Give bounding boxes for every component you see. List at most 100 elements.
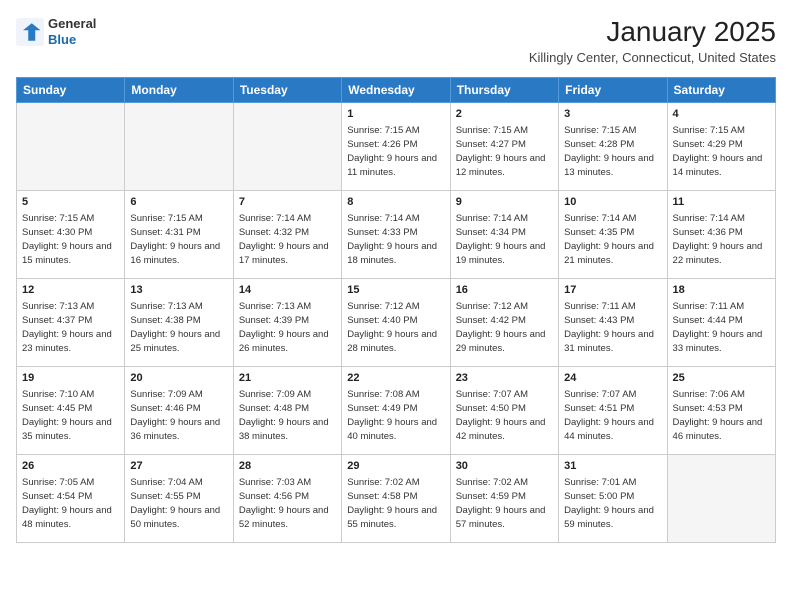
page-header: General Blue January 2025 Killingly Cent… bbox=[16, 16, 776, 65]
day-number: 20 bbox=[130, 371, 227, 386]
day-cell-19: 19 Sunrise: 7:10 AM Sunset: 4:45 PM Dayli… bbox=[17, 367, 125, 455]
day-info: Sunrise: 7:14 AM Sunset: 4:36 PM Dayligh… bbox=[673, 212, 770, 267]
day-cell-29: 29 Sunrise: 7:02 AM Sunset: 4:58 PM Dayli… bbox=[342, 455, 450, 543]
day-info: Sunrise: 7:11 AM Sunset: 4:43 PM Dayligh… bbox=[564, 300, 661, 355]
day-info: Sunrise: 7:08 AM Sunset: 4:49 PM Dayligh… bbox=[347, 388, 444, 443]
week-row-3: 12Sunrise: 7:13 AM Sunset: 4:37 PM Dayli… bbox=[17, 279, 776, 367]
week-row-4: 19 Sunrise: 7:10 AM Sunset: 4:45 PM Dayli… bbox=[17, 367, 776, 455]
day-cell-24: 24Sunrise: 7:07 AM Sunset: 4:51 PM Dayli… bbox=[559, 367, 667, 455]
empty-cell bbox=[125, 103, 233, 191]
day-cell-9: 9Sunrise: 7:14 AM Sunset: 4:34 PM Daylig… bbox=[450, 191, 558, 279]
day-header-tuesday: Tuesday bbox=[233, 78, 341, 103]
day-number: 26 bbox=[22, 459, 119, 474]
day-cell-22: 22 Sunrise: 7:08 AM Sunset: 4:49 PM Dayli… bbox=[342, 367, 450, 455]
day-header-sunday: Sunday bbox=[17, 78, 125, 103]
empty-cell bbox=[667, 455, 775, 543]
day-info: Sunrise: 7:12 AM Sunset: 4:40 PM Dayligh… bbox=[347, 300, 444, 355]
day-cell-10: 10 Sunrise: 7:14 AM Sunset: 4:35 PM Dayli… bbox=[559, 191, 667, 279]
day-info: Sunrise: 7:09 AM Sunset: 4:46 PM Dayligh… bbox=[130, 388, 227, 443]
day-info: Sunrise: 7:14 AM Sunset: 4:33 PM Dayligh… bbox=[347, 212, 444, 267]
day-number: 12 bbox=[22, 283, 119, 298]
day-cell-2: 2Sunrise: 7:15 AM Sunset: 4:27 PM Daylig… bbox=[450, 103, 558, 191]
logo-line2: Blue bbox=[48, 32, 76, 47]
day-cell-11: 11 Sunrise: 7:14 AM Sunset: 4:36 PM Dayli… bbox=[667, 191, 775, 279]
day-number: 11 bbox=[673, 195, 770, 210]
calendar-header-row: SundayMondayTuesdayWednesdayThursdayFrid… bbox=[17, 78, 776, 103]
logo-icon bbox=[16, 18, 44, 46]
day-cell-1: 1Sunrise: 7:15 AM Sunset: 4:26 PM Daylig… bbox=[342, 103, 450, 191]
day-number: 19 bbox=[22, 371, 119, 386]
day-info: Sunrise: 7:13 AM Sunset: 4:38 PM Dayligh… bbox=[130, 300, 227, 355]
day-number: 15 bbox=[347, 283, 444, 298]
day-number: 18 bbox=[673, 283, 770, 298]
day-cell-28: 28Sunrise: 7:03 AM Sunset: 4:56 PM Dayli… bbox=[233, 455, 341, 543]
subtitle: Killingly Center, Connecticut, United St… bbox=[529, 50, 776, 65]
day-number: 27 bbox=[130, 459, 227, 474]
day-info: Sunrise: 7:04 AM Sunset: 4:55 PM Dayligh… bbox=[130, 476, 227, 531]
day-cell-6: 6 Sunrise: 7:15 AM Sunset: 4:31 PM Daylig… bbox=[125, 191, 233, 279]
week-row-1: 1Sunrise: 7:15 AM Sunset: 4:26 PM Daylig… bbox=[17, 103, 776, 191]
day-info: Sunrise: 7:02 AM Sunset: 4:59 PM Dayligh… bbox=[456, 476, 553, 531]
day-cell-13: 13 Sunrise: 7:13 AM Sunset: 4:38 PM Dayli… bbox=[125, 279, 233, 367]
day-info: Sunrise: 7:05 AM Sunset: 4:54 PM Dayligh… bbox=[22, 476, 119, 531]
day-info: Sunrise: 7:15 AM Sunset: 4:30 PM Dayligh… bbox=[22, 212, 119, 267]
day-info: Sunrise: 7:12 AM Sunset: 4:42 PM Dayligh… bbox=[456, 300, 553, 355]
day-cell-12: 12Sunrise: 7:13 AM Sunset: 4:37 PM Dayli… bbox=[17, 279, 125, 367]
day-number: 2 bbox=[456, 107, 553, 122]
day-cell-7: 7 Sunrise: 7:14 AM Sunset: 4:32 PM Daylig… bbox=[233, 191, 341, 279]
day-number: 3 bbox=[564, 107, 661, 122]
day-number: 10 bbox=[564, 195, 661, 210]
day-info: Sunrise: 7:03 AM Sunset: 4:56 PM Dayligh… bbox=[239, 476, 336, 531]
day-info: Sunrise: 7:14 AM Sunset: 4:34 PM Dayligh… bbox=[456, 212, 553, 267]
day-cell-21: 21 Sunrise: 7:09 AM Sunset: 4:48 PM Dayli… bbox=[233, 367, 341, 455]
day-number: 6 bbox=[130, 195, 227, 210]
day-number: 14 bbox=[239, 283, 336, 298]
day-cell-16: 16 Sunrise: 7:12 AM Sunset: 4:42 PM Dayli… bbox=[450, 279, 558, 367]
day-info: Sunrise: 7:14 AM Sunset: 4:32 PM Dayligh… bbox=[239, 212, 336, 267]
day-cell-26: 26 Sunrise: 7:05 AM Sunset: 4:54 PM Dayli… bbox=[17, 455, 125, 543]
main-title: January 2025 bbox=[529, 16, 776, 48]
day-info: Sunrise: 7:14 AM Sunset: 4:35 PM Dayligh… bbox=[564, 212, 661, 267]
day-number: 30 bbox=[456, 459, 553, 474]
week-row-2: 5Sunrise: 7:15 AM Sunset: 4:30 PM Daylig… bbox=[17, 191, 776, 279]
calendar: SundayMondayTuesdayWednesdayThursdayFrid… bbox=[16, 77, 776, 543]
day-number: 4 bbox=[673, 107, 770, 122]
day-header-saturday: Saturday bbox=[667, 78, 775, 103]
day-info: Sunrise: 7:10 AM Sunset: 4:45 PM Dayligh… bbox=[22, 388, 119, 443]
day-header-friday: Friday bbox=[559, 78, 667, 103]
week-row-5: 26 Sunrise: 7:05 AM Sunset: 4:54 PM Dayli… bbox=[17, 455, 776, 543]
day-header-thursday: Thursday bbox=[450, 78, 558, 103]
day-info: Sunrise: 7:15 AM Sunset: 4:31 PM Dayligh… bbox=[130, 212, 227, 267]
day-info: Sunrise: 7:02 AM Sunset: 4:58 PM Dayligh… bbox=[347, 476, 444, 531]
day-info: Sunrise: 7:07 AM Sunset: 4:50 PM Dayligh… bbox=[456, 388, 553, 443]
logo-line1: General bbox=[48, 16, 96, 31]
day-info: Sunrise: 7:11 AM Sunset: 4:44 PM Dayligh… bbox=[673, 300, 770, 355]
logo-text: General Blue bbox=[48, 16, 96, 47]
day-number: 13 bbox=[130, 283, 227, 298]
day-header-monday: Monday bbox=[125, 78, 233, 103]
day-number: 17 bbox=[564, 283, 661, 298]
day-info: Sunrise: 7:09 AM Sunset: 4:48 PM Dayligh… bbox=[239, 388, 336, 443]
day-number: 29 bbox=[347, 459, 444, 474]
empty-cell bbox=[17, 103, 125, 191]
day-number: 21 bbox=[239, 371, 336, 386]
day-number: 8 bbox=[347, 195, 444, 210]
day-number: 22 bbox=[347, 371, 444, 386]
logo: General Blue bbox=[16, 16, 96, 47]
day-info: Sunrise: 7:15 AM Sunset: 4:29 PM Dayligh… bbox=[673, 124, 770, 179]
day-info: Sunrise: 7:15 AM Sunset: 4:28 PM Dayligh… bbox=[564, 124, 661, 179]
day-number: 7 bbox=[239, 195, 336, 210]
day-cell-23: 23Sunrise: 7:07 AM Sunset: 4:50 PM Dayli… bbox=[450, 367, 558, 455]
day-cell-18: 18 Sunrise: 7:11 AM Sunset: 4:44 PM Dayli… bbox=[667, 279, 775, 367]
empty-cell bbox=[233, 103, 341, 191]
day-cell-17: 17 Sunrise: 7:11 AM Sunset: 4:43 PM Dayli… bbox=[559, 279, 667, 367]
day-cell-27: 27 Sunrise: 7:04 AM Sunset: 4:55 PM Dayli… bbox=[125, 455, 233, 543]
day-number: 16 bbox=[456, 283, 553, 298]
day-info: Sunrise: 7:01 AM Sunset: 5:00 PM Dayligh… bbox=[564, 476, 661, 531]
day-cell-4: 4 Sunrise: 7:15 AM Sunset: 4:29 PM Daylig… bbox=[667, 103, 775, 191]
day-cell-25: 25Sunrise: 7:06 AM Sunset: 4:53 PM Dayli… bbox=[667, 367, 775, 455]
day-cell-15: 15 Sunrise: 7:12 AM Sunset: 4:40 PM Dayli… bbox=[342, 279, 450, 367]
day-cell-8: 8 Sunrise: 7:14 AM Sunset: 4:33 PM Daylig… bbox=[342, 191, 450, 279]
day-cell-3: 3 Sunrise: 7:15 AM Sunset: 4:28 PM Daylig… bbox=[559, 103, 667, 191]
day-number: 1 bbox=[347, 107, 444, 122]
